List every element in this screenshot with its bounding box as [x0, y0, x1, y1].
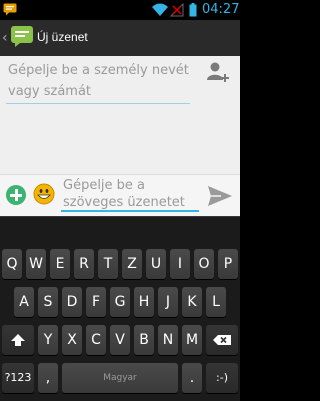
smiley-key[interactable]: :-) — [206, 363, 238, 393]
symbols-key[interactable]: ?123 — [2, 363, 34, 393]
sms-notification-icon — [3, 3, 17, 16]
key-u[interactable]: U — [146, 249, 166, 279]
key-b[interactable]: B — [134, 325, 154, 355]
message-underline — [61, 210, 199, 212]
key-a[interactable]: A — [14, 287, 34, 317]
key-comma[interactable]: , — [38, 363, 58, 393]
message-content-area: Gépelje be a személy nevét vagy számát — [0, 56, 240, 174]
key-o[interactable]: O — [194, 249, 214, 279]
key-r[interactable]: R — [74, 249, 94, 279]
backspace-key[interactable] — [206, 325, 238, 355]
key-n[interactable]: N — [158, 325, 178, 355]
no-signal-icon — [170, 3, 184, 17]
backspace-icon — [213, 335, 231, 345]
key-q[interactable]: Q — [2, 249, 22, 279]
page-title: Új üzenet — [37, 30, 88, 44]
add-contact-icon[interactable] — [206, 60, 230, 84]
key-w[interactable]: W — [26, 249, 46, 279]
compose-bar: Gépelje be a szöveges üzenetet — [0, 174, 240, 217]
chevron-left-icon[interactable]: ‹ — [2, 30, 8, 46]
key-period[interactable]: . — [182, 363, 202, 393]
soft-keyboard: Q W E R T Z U I O P A S D F G H J K L Y … — [0, 216, 240, 401]
wifi-icon — [152, 3, 168, 16]
smiley-icon[interactable] — [33, 183, 55, 205]
key-d[interactable]: D — [62, 287, 82, 317]
key-h[interactable]: H — [134, 287, 154, 317]
key-v[interactable]: V — [110, 325, 130, 355]
shift-key[interactable] — [2, 325, 34, 355]
action-bar: ‹ Új üzenet — [0, 20, 240, 56]
key-k[interactable]: K — [182, 287, 202, 317]
key-s[interactable]: S — [38, 287, 58, 317]
key-g[interactable]: G — [110, 287, 130, 317]
recipient-input[interactable]: Gépelje be a személy nevét vagy számát — [8, 60, 190, 104]
space-language-label: Magyar — [103, 373, 137, 383]
recipient-underline — [6, 103, 190, 104]
key-p[interactable]: P — [218, 249, 238, 279]
key-y[interactable]: Y — [38, 325, 58, 355]
key-c[interactable]: C — [86, 325, 106, 355]
space-key[interactable]: Magyar — [62, 363, 178, 393]
key-t[interactable]: T — [98, 249, 118, 279]
key-i[interactable]: I — [170, 249, 190, 279]
key-f[interactable]: F — [86, 287, 106, 317]
send-icon[interactable] — [207, 184, 233, 208]
battery-icon — [189, 3, 197, 17]
status-time: 04:27 — [202, 2, 240, 17]
key-l[interactable]: L — [206, 287, 226, 317]
key-x[interactable]: X — [62, 325, 82, 355]
key-j[interactable]: J — [158, 287, 178, 317]
plus-icon[interactable] — [6, 185, 26, 205]
message-input[interactable]: Gépelje be a szöveges üzenetet — [63, 177, 197, 211]
key-e[interactable]: E — [50, 249, 70, 279]
status-bar: 04:27 — [0, 0, 240, 20]
shift-icon — [11, 334, 25, 346]
key-z[interactable]: Z — [122, 249, 142, 279]
messaging-icon[interactable] — [10, 24, 34, 48]
key-m[interactable]: M — [182, 325, 202, 355]
